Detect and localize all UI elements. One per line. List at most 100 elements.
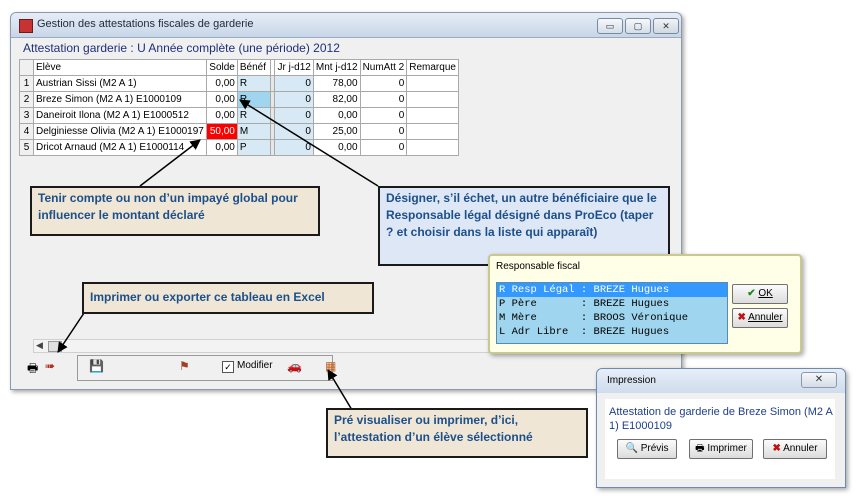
callout-impaye: Tenir compte ou non d’un impayé global p… xyxy=(30,186,320,236)
row-number: 1 xyxy=(19,75,34,92)
col-benef[interactable]: Bénéf xyxy=(236,59,271,76)
col-remarque[interactable]: Remarque xyxy=(406,59,459,76)
imprimer-label: Imprimer xyxy=(707,443,747,454)
cross-icon: ✖ xyxy=(772,443,781,454)
dialog-title: Responsable fiscal xyxy=(496,261,580,272)
cell-solde-unpaid[interactable]: 50,00 xyxy=(205,123,238,140)
bottom-toolbar: 🖶 ➠ 💾 ⚑ ✓ Modifier 🚗 ▦ xyxy=(19,353,679,383)
responsable-list[interactable]: R Resp Légal : BREZE Hugues P Père : BRE… xyxy=(496,282,728,344)
cell-solde[interactable]: 0,00 xyxy=(205,107,238,124)
save-icon[interactable]: 💾 xyxy=(89,359,104,373)
table-row[interactable]: 3 Daneiroit Ilona (M2 A 1) E1000512 0,00… xyxy=(19,107,459,124)
annuler-button[interactable]: ✖ Annuler xyxy=(763,439,827,459)
cell-solde[interactable]: 0,00 xyxy=(205,139,238,156)
export-excel-icon[interactable]: ➠ xyxy=(45,359,55,373)
scroll-thumb[interactable] xyxy=(48,341,62,352)
modifier-checkbox[interactable]: ✓ xyxy=(222,361,234,373)
cross-icon: ✖ xyxy=(737,312,746,323)
cell-mnt[interactable]: 0,00 xyxy=(312,107,361,124)
row-number: 4 xyxy=(19,123,34,140)
cell-remarque[interactable] xyxy=(406,123,459,140)
previs-label: Prévis xyxy=(640,443,669,454)
callout-previsualiser: Pré visualiser ou imprimer, d’ici, l’att… xyxy=(326,408,588,458)
cell-benef[interactable]: P xyxy=(236,139,271,156)
close-icon[interactable]: ✕ xyxy=(801,372,837,388)
print-table-icon[interactable]: 🖶 xyxy=(27,359,38,380)
list-item[interactable]: L Adr Libre : BREZE Hugues xyxy=(497,325,727,339)
callout-export: Imprimer ou exporter ce tableau en Excel xyxy=(82,282,374,314)
row-number-header xyxy=(19,59,34,76)
cancel-button[interactable]: ✖ Annuler xyxy=(732,308,788,328)
app-icon xyxy=(19,19,33,33)
cell-numatt[interactable]: 0 xyxy=(359,75,408,92)
modifier-label: Modifier xyxy=(237,360,273,371)
cell-benef[interactable]: R xyxy=(236,75,271,92)
previs-button[interactable]: 🔍 Prévis xyxy=(617,439,677,459)
col-eleve[interactable]: Elève xyxy=(33,59,207,76)
cell-jr[interactable]: 0 xyxy=(273,139,314,156)
list-item[interactable]: M Mère : BROOS Véronique xyxy=(497,311,727,325)
table-header-row: Elève Solde Bénéf Jr j-d12 Mnt j-d12 Num… xyxy=(19,59,459,76)
title-bar: Gestion des attestations fiscales de gar… xyxy=(11,13,681,38)
cell-eleve[interactable]: Austrian Sissi (M2 A 1) xyxy=(33,75,207,92)
attestation-table: Elève Solde Bénéf Jr j-d12 Mnt j-d12 Num… xyxy=(19,59,459,156)
cell-numatt[interactable]: 0 xyxy=(359,123,408,140)
table-row[interactable]: 2 Breze Simon (M2 A 1) E1000109 0,00 R 0… xyxy=(19,91,459,108)
car-icon[interactable]: 🚗 xyxy=(287,359,302,373)
cell-benef[interactable]: R xyxy=(236,107,271,124)
table-row[interactable]: 5 Dricot Arnaud (M2 A 1) E1000114 0,00 P… xyxy=(19,139,459,156)
cell-mnt[interactable]: 82,00 xyxy=(312,91,361,108)
cell-eleve[interactable]: Daneiroit Ilona (M2 A 1) E1000512 xyxy=(33,107,207,124)
print-preview-icon[interactable]: ▦ xyxy=(325,359,336,373)
cell-jr[interactable]: 0 xyxy=(273,107,314,124)
cell-eleve[interactable]: Dricot Arnaud (M2 A 1) E1000114 xyxy=(33,139,207,156)
page-title: Attestation garderie : U Année complète … xyxy=(23,41,340,55)
row-number: 2 xyxy=(19,91,34,108)
imprimer-button[interactable]: 🖶 Imprimer xyxy=(689,439,753,459)
table-row[interactable]: 4 Delginiesse Olivia (M2 A 1) E1000197 5… xyxy=(19,123,459,140)
cell-solde[interactable]: 0,00 xyxy=(205,91,238,108)
annuler-label: Annuler xyxy=(783,443,818,454)
cell-benef[interactable]: M xyxy=(236,123,271,140)
cell-eleve[interactable]: Breze Simon (M2 A 1) E1000109 xyxy=(33,91,207,108)
scroll-left-icon[interactable]: ◀ xyxy=(36,340,43,351)
cell-jr[interactable]: 0 xyxy=(273,91,314,108)
cancel-label: Annuler xyxy=(748,312,783,323)
printer-icon: 🖶 xyxy=(695,443,705,454)
cell-remarque[interactable] xyxy=(406,75,459,92)
col-solde[interactable]: Solde xyxy=(205,59,238,76)
window-title: Gestion des attestations fiscales de gar… xyxy=(37,18,254,30)
cell-remarque[interactable] xyxy=(406,91,459,108)
cell-numatt[interactable]: 0 xyxy=(359,107,408,124)
cell-jr[interactable]: 0 xyxy=(273,75,314,92)
cell-eleve[interactable]: Delginiesse Olivia (M2 A 1) E1000197 xyxy=(33,123,207,140)
row-number: 5 xyxy=(19,139,34,156)
ok-label: OK xyxy=(758,288,773,299)
checkmark-icon: ✔ xyxy=(747,288,756,299)
list-item-selected[interactable]: R Resp Légal : BREZE Hugues xyxy=(497,283,727,297)
cell-jr[interactable]: 0 xyxy=(273,123,314,140)
cell-benef-selected[interactable]: R xyxy=(236,91,271,108)
cell-mnt[interactable]: 0,00 xyxy=(312,139,361,156)
preview-icon: 🔍 xyxy=(625,443,638,454)
tool-icon[interactable]: ⚑ xyxy=(179,359,190,373)
table-row[interactable]: 1 Austrian Sissi (M2 A 1) 0,00 R 0 78,00… xyxy=(19,75,459,92)
ok-button[interactable]: ✔ OK xyxy=(732,284,788,304)
responsable-fiscal-dialog: Responsable fiscal R Resp Légal : BREZE … xyxy=(488,254,802,354)
col-mnt[interactable]: Mnt j-d12 xyxy=(312,59,361,76)
cell-remarque[interactable] xyxy=(406,139,459,156)
cell-remarque[interactable] xyxy=(406,107,459,124)
cell-mnt[interactable]: 78,00 xyxy=(312,75,361,92)
cell-numatt[interactable]: 0 xyxy=(359,91,408,108)
row-number: 3 xyxy=(19,107,34,124)
col-jr[interactable]: Jr j-d12 xyxy=(273,59,314,76)
col-numatt[interactable]: NumAtt 2 xyxy=(359,59,408,76)
close-button[interactable]: ✕ xyxy=(653,18,679,34)
attestation-text: Attestation de garderie de Breze Simon (… xyxy=(609,406,833,432)
cell-numatt[interactable]: 0 xyxy=(359,139,408,156)
cell-mnt[interactable]: 25,00 xyxy=(312,123,361,140)
minimize-button[interactable]: ▭ xyxy=(597,18,623,34)
cell-solde[interactable]: 0,00 xyxy=(205,75,238,92)
maximize-button[interactable]: ▢ xyxy=(625,18,651,34)
list-item[interactable]: P Père : BREZE Hugues xyxy=(497,297,727,311)
